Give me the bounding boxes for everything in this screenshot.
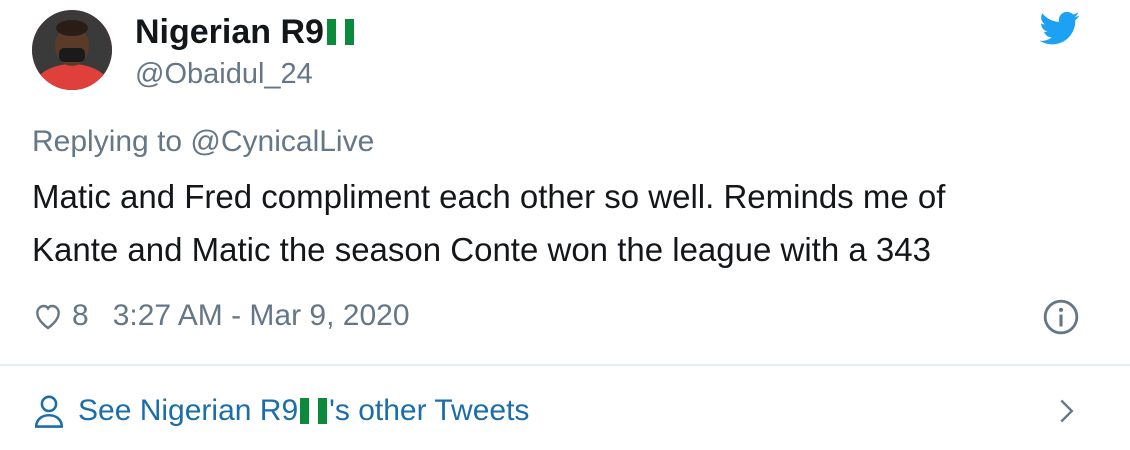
info-icon[interactable] [1042, 298, 1080, 336]
tweet-timestamp[interactable]: 3:27 AM - Mar 9, 2020 [113, 299, 410, 333]
heart-icon[interactable] [32, 300, 64, 332]
nigeria-flag-icon [300, 398, 328, 424]
replying-to-label[interactable]: Replying to @CynicalLive [32, 124, 374, 160]
tweet-text-line: Kante and Matic the season Conte won the… [32, 231, 931, 268]
avatar[interactable] [32, 10, 112, 90]
nigeria-flag-icon [326, 19, 354, 45]
tweet-text-line: Matic and Fred compliment each other so … [32, 178, 946, 215]
person-icon [34, 395, 64, 428]
divider [0, 364, 1130, 366]
chevron-right-icon[interactable] [1052, 394, 1080, 428]
twitter-bird-icon[interactable] [1038, 8, 1082, 48]
author-display-name[interactable]: Nigerian R9 [135, 12, 354, 52]
author-handle[interactable]: @Obaidul_24 [135, 56, 313, 92]
see-other-tweets-link[interactable]: See Nigerian R9 's other Tweets [32, 390, 529, 432]
tweet-meta: 8 3:27 AM - Mar 9, 2020 [32, 296, 410, 336]
embedded-tweet: Nigerian R9 @Obaidul_24 Replying to @Cyn… [0, 0, 1130, 450]
avatar-photo [32, 10, 112, 90]
tweet-text: Matic and Fred compliment each other so … [32, 170, 1092, 276]
like-count[interactable]: 8 [72, 299, 89, 333]
author-name-text: Nigerian R9 [135, 13, 324, 51]
see-other-tweets-prefix: See Nigerian R9 [78, 394, 299, 427]
see-other-tweets-suffix: 's other Tweets [329, 394, 530, 427]
